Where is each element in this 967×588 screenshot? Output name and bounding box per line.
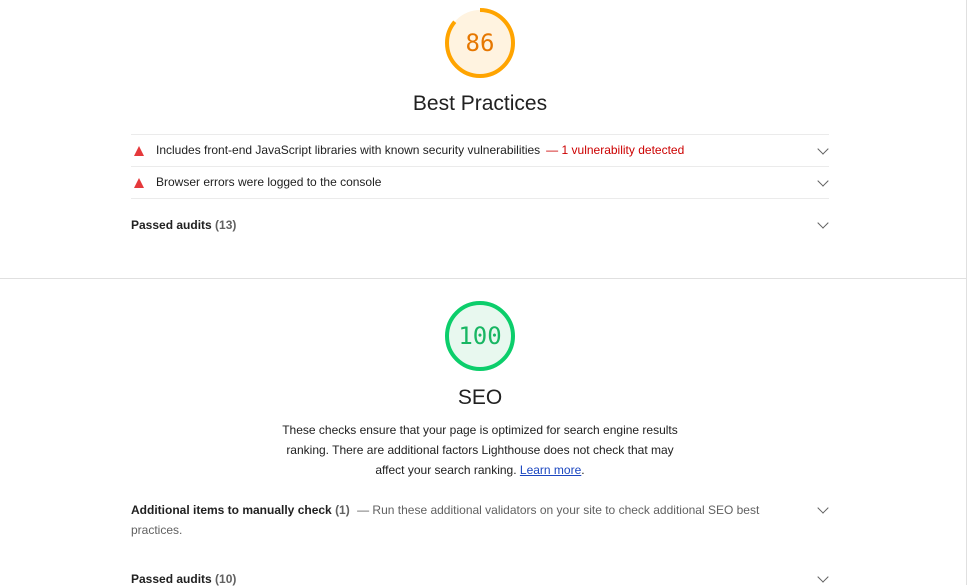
audit-separator: — bbox=[546, 143, 559, 157]
passed-audits-label: Passed audits bbox=[131, 218, 212, 232]
seo-gauge[interactable]: 100 bbox=[443, 299, 517, 373]
manual-check-text: Additional items to manually check (1) —… bbox=[131, 500, 776, 540]
seo-description: These checks ensure that your page is op… bbox=[272, 420, 688, 480]
passed-audits-count: (13) bbox=[215, 218, 237, 232]
best-practices-audit-list: Includes front-end JavaScript libraries … bbox=[131, 134, 829, 199]
audit-detail: 1 vulnerability detected bbox=[561, 143, 685, 157]
best-practices-score: 86 bbox=[465, 29, 495, 57]
audit-row-js-libraries[interactable]: Includes front-end JavaScript libraries … bbox=[131, 134, 829, 166]
best-practices-title: Best Practices bbox=[412, 92, 548, 115]
manual-check-label: Additional items to manually check bbox=[131, 503, 332, 517]
audit-text: Includes front-end JavaScript libraries … bbox=[156, 143, 684, 157]
manual-check-group[interactable]: Additional items to manually check (1) —… bbox=[131, 500, 829, 540]
warning-triangle-icon bbox=[134, 178, 144, 188]
passed-audits-count: (10) bbox=[215, 572, 237, 586]
chevron-down-icon[interactable] bbox=[817, 571, 829, 583]
chevron-down-icon[interactable] bbox=[817, 175, 829, 187]
warning-triangle-icon bbox=[134, 146, 144, 156]
learn-more-link[interactable]: Learn more bbox=[520, 463, 581, 477]
audit-label: Includes front-end JavaScript libraries … bbox=[156, 143, 541, 157]
audit-row-browser-errors[interactable]: Browser errors were logged to the consol… bbox=[131, 166, 829, 199]
seo-description-text: These checks ensure that your page is op… bbox=[282, 423, 678, 477]
best-practices-category: 86 Best Practices Includes front-end Jav… bbox=[0, 0, 966, 278]
chevron-down-icon[interactable] bbox=[817, 502, 829, 514]
passed-audits-label: Passed audits bbox=[131, 572, 212, 586]
best-practices-passed-audits[interactable]: Passed audits (13) bbox=[131, 217, 829, 234]
manual-check-separator: — bbox=[357, 503, 370, 517]
seo-score: 100 bbox=[458, 322, 502, 350]
best-practices-gauge[interactable]: 86 bbox=[443, 6, 517, 80]
audit-text: Browser errors were logged to the consol… bbox=[156, 175, 381, 189]
description-period: . bbox=[581, 463, 585, 477]
seo-category: 100 SEO These checks ensure that your pa… bbox=[0, 279, 966, 588]
seo-title: SEO bbox=[457, 386, 503, 409]
seo-passed-audits[interactable]: Passed audits (10) bbox=[131, 571, 829, 588]
audit-label: Browser errors were logged to the consol… bbox=[156, 175, 382, 189]
chevron-down-icon[interactable] bbox=[817, 217, 829, 229]
manual-check-count: (1) bbox=[335, 503, 350, 517]
chevron-down-icon[interactable] bbox=[817, 143, 829, 155]
